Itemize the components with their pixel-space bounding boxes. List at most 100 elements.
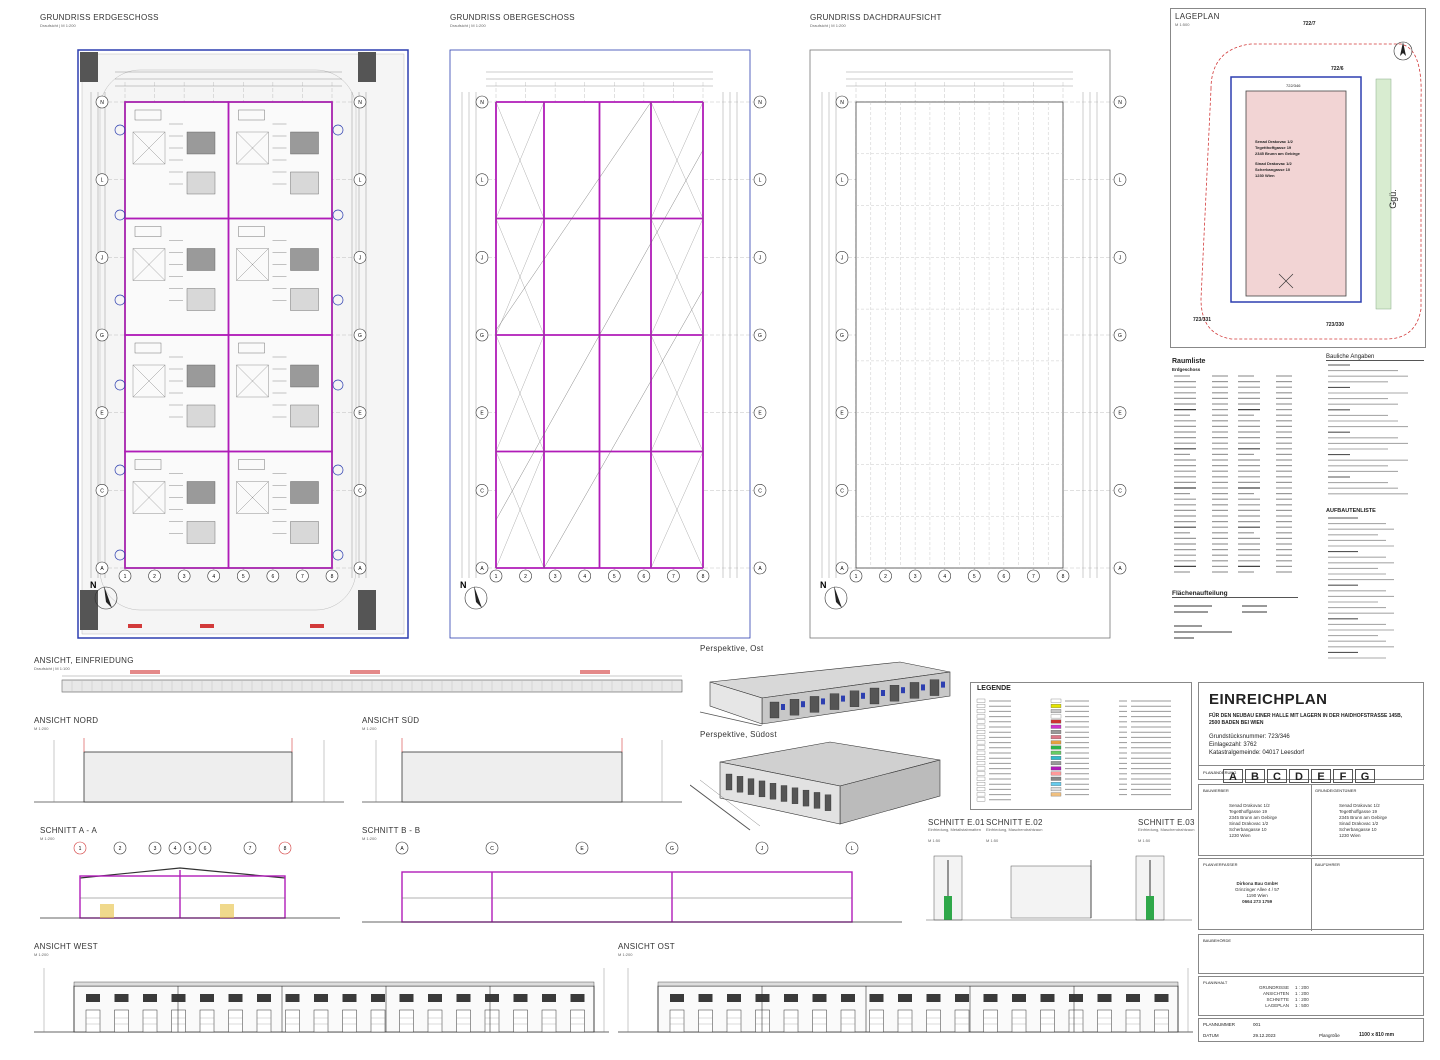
grid-bubble-label: 2 (524, 574, 527, 580)
plan-meta: PLANNUMMER 001 DATUM 29.12.2023 Plangröß… (1198, 1018, 1424, 1042)
legend-swatch (1050, 787, 1062, 792)
legend-swatch (976, 766, 986, 771)
grundeigentuemer-label: GRUNDEIGENTÜMER (1315, 788, 1357, 793)
planverfasser-label: PLANVERFASSER (1203, 862, 1238, 867)
planinhalt-scale: 1 : 200 (1295, 991, 1309, 996)
door (1068, 1009, 1084, 1033)
grid-bubble-label: L (359, 178, 362, 184)
grid-bubble-label: 4 (212, 574, 215, 580)
bauwerber-line: 1230 Wien (1229, 833, 1251, 838)
window (542, 994, 556, 1002)
grid-bubble-label: 4 (943, 574, 946, 580)
legend-swatch (976, 730, 986, 734)
room-block (186, 521, 216, 544)
perspective-southeast (690, 741, 941, 831)
plot-number: Grundstücksnummer: 723/346 (1209, 734, 1290, 740)
door (1011, 1009, 1027, 1033)
grid-bubble-label: 6 (204, 846, 207, 852)
grid-bubble-label: 2 (119, 846, 122, 852)
legend-swatch (1050, 750, 1062, 755)
window (456, 994, 471, 1002)
legend-swatch (1050, 704, 1062, 708)
room-block (186, 481, 216, 504)
planinhalt-scale: 1 : 200 (1295, 997, 1309, 1002)
grid-bubble-label: N (840, 100, 844, 106)
door (783, 1009, 799, 1033)
planinhalt-rows: GRUNDRISSE 1 : 200 ANSICHTEN 1 : 200 SCHNITT… (1239, 985, 1309, 1009)
door (869, 687, 880, 705)
section-e02-sub: Einfriedung, Maschendrahtzaun (986, 827, 1043, 832)
legend-swatch (976, 797, 986, 802)
grid-bubble-label: 7 (672, 574, 675, 580)
grid-bubble-label: 8 (331, 574, 334, 580)
fence-elevation-title: ANSICHT, EINFRIEDUNG (34, 656, 134, 665)
north-elevation-title: ANSICHT NORD (34, 716, 99, 725)
legend-swatch (1050, 735, 1062, 740)
planverfasser-line: 0664 273 1759 (1242, 899, 1273, 904)
window (171, 994, 186, 1002)
bauführer-label: BAUFÜHRER (1315, 862, 1340, 867)
door (171, 1009, 186, 1033)
door (85, 1009, 101, 1033)
window (86, 994, 100, 1002)
perspective-southeast-title: Perspektive, Südost (700, 730, 777, 739)
north-arrow-needle (834, 586, 842, 608)
roof-plan-scale: Draufsicht | M 1:200 (810, 23, 846, 28)
legend-swatch (1050, 756, 1062, 760)
legend-swatch (1050, 719, 1062, 724)
revision-box: E (1311, 769, 1331, 783)
building-specs-lines (1328, 364, 1408, 495)
roof-plan-title: GRUNDRISS DACHDRAUFSICHT (810, 13, 942, 22)
legend-swatch (976, 750, 986, 755)
grid-bubble-label: 6 (1002, 574, 1005, 580)
window (342, 994, 357, 1002)
window (841, 994, 855, 1002)
grid-bubble-label: 3 (914, 574, 917, 580)
grid-bubble-label: N (758, 100, 762, 106)
planinhalt-label: PLANINHALT (1203, 980, 1228, 985)
grid-bubble-label: 5 (613, 574, 616, 580)
window (898, 994, 912, 1002)
einlagezahl: Einlagezahl: 3762 (1209, 742, 1257, 748)
revision-box: C (1267, 769, 1287, 783)
window (1097, 994, 1112, 1002)
grid-bubble-label: 7 (1032, 574, 1035, 580)
room-block (290, 248, 319, 271)
window (1126, 994, 1140, 1002)
door (769, 701, 780, 719)
door (199, 1009, 215, 1033)
layer-list-lines (1328, 517, 1394, 659)
south-elevation-title: ANSICHT SÜD (362, 716, 420, 725)
area-breakdown-lines (1174, 605, 1267, 639)
west-elevation-scale: M 1:200 (34, 952, 49, 957)
legend-swatch (976, 787, 986, 792)
window (228, 994, 243, 1002)
window (428, 994, 442, 1002)
north-elevation (34, 738, 344, 803)
site-label-4: 723/331 (1193, 317, 1212, 323)
planinhalt-scale: 1 : 500 (1295, 1003, 1309, 1008)
grundeigentuemer-line: 1230 Wien (1339, 833, 1361, 838)
revision-box: G (1355, 769, 1375, 783)
window (485, 994, 499, 1002)
west-elevation-title: ANSICHT WEST (34, 942, 98, 951)
room-block (186, 171, 216, 195)
legend-swatch (1050, 709, 1062, 714)
door (897, 1009, 913, 1033)
room-block (290, 521, 319, 544)
site-label-3: 722/346 (1286, 83, 1301, 88)
building-specs: Bauliche Angaben AUFBAUTENLISTE (1326, 354, 1424, 659)
window (727, 994, 741, 1002)
grid-bubble-label: L (1119, 178, 1122, 184)
legend-swatch (976, 771, 986, 776)
revision-box: A (1223, 769, 1243, 783)
legend-swatch (976, 704, 986, 708)
west-elevation (34, 968, 609, 1033)
window (1154, 994, 1169, 1002)
door (513, 1009, 528, 1033)
site-owner-line: 2345 Brunn am Gebirge (1255, 151, 1300, 156)
legend-swatch (976, 724, 986, 729)
architect-block: PLANVERFASSER BAUFÜHRER Dirkona Bau GmbH… (1198, 858, 1424, 931)
parapet (73, 981, 595, 987)
site-label-1: 722/7 (1303, 21, 1316, 27)
